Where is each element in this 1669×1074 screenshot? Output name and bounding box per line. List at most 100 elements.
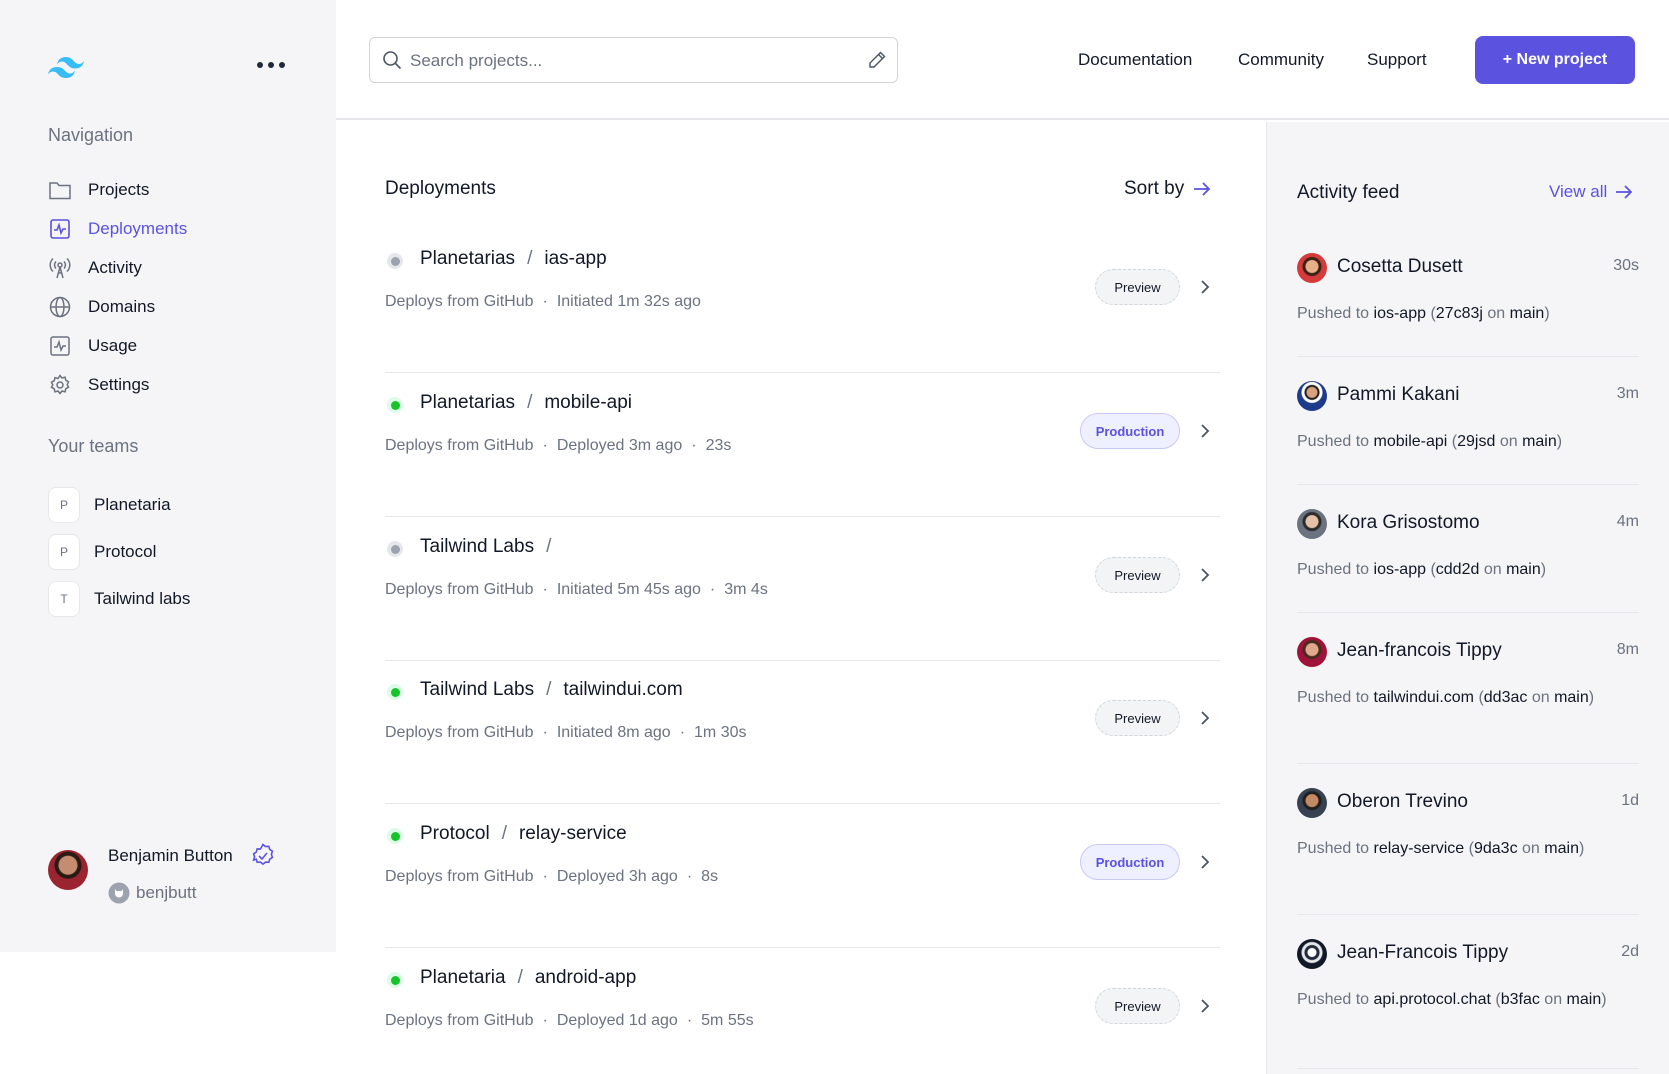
list-item[interactable]: Jean-Francois Tippy 2d Pushed to api.pro… bbox=[1297, 939, 1639, 1069]
deploy-team: Planetarias bbox=[420, 392, 516, 413]
meta-separator: · bbox=[542, 581, 548, 598]
feed-branch: main bbox=[1554, 689, 1589, 706]
list-item[interactable]: Oberon Trevino 1d Pushed to relay-servic… bbox=[1297, 788, 1639, 915]
sidebar-item-usage[interactable]: Usage bbox=[48, 331, 137, 361]
deployments-title: Deployments bbox=[385, 178, 496, 199]
feed-time: 3m bbox=[1616, 385, 1639, 402]
chevron-right-icon[interactable] bbox=[1198, 709, 1212, 727]
feed-description: Pushed to ios-app (27c83j on main) bbox=[1297, 301, 1609, 326]
feed-description: Pushed to ios-app (cdd2d on main) bbox=[1297, 557, 1609, 582]
tailwind-logo[interactable] bbox=[48, 54, 84, 78]
meta-separator: · bbox=[679, 724, 686, 741]
table-row[interactable]: Planetarias / mobile-api Deploys from GitH… bbox=[385, 364, 1220, 517]
status-indicator bbox=[387, 828, 403, 844]
chevron-right-icon[interactable] bbox=[1198, 997, 1212, 1015]
feed-time: 1d bbox=[1621, 792, 1639, 809]
sidebar-item-projects[interactable]: Projects bbox=[48, 175, 149, 205]
status-indicator bbox=[387, 541, 403, 557]
ellipsis-icon[interactable] bbox=[256, 54, 286, 76]
sidebar-item-deployments[interactable]: Deployments bbox=[48, 214, 187, 244]
deploy-project: relay-service bbox=[518, 823, 627, 844]
deploy-project: ias-app bbox=[544, 248, 607, 269]
user-name: Benjamin Button bbox=[108, 846, 233, 865]
table-row[interactable]: Tailwind Labs / Deploys from GitHub · Initi… bbox=[385, 508, 1220, 661]
support-link[interactable]: Support bbox=[1367, 50, 1427, 70]
search-input[interactable] bbox=[410, 48, 830, 74]
sidebar-item-activity[interactable]: Activity bbox=[48, 253, 142, 283]
table-row[interactable]: Planetaria / android-app Deploys from GitH… bbox=[385, 939, 1220, 1074]
path-separator: / bbox=[546, 679, 552, 700]
environment-badge: Preview bbox=[1095, 269, 1180, 305]
pencil-icon[interactable] bbox=[867, 50, 887, 70]
chevron-right-icon[interactable] bbox=[1198, 278, 1212, 296]
chevron-right-icon[interactable] bbox=[1198, 853, 1212, 871]
table-row[interactable]: Tailwind Labs / tailwindui.com Deploys fro… bbox=[385, 651, 1220, 804]
meta-separator: · bbox=[691, 437, 697, 454]
feed-project: api.protocol.chat bbox=[1373, 991, 1491, 1008]
environment-badge: Production bbox=[1080, 413, 1180, 449]
sidebar-item-label: Projects bbox=[88, 180, 150, 199]
feed-user-name: Jean-Francois Tippy bbox=[1337, 942, 1509, 963]
list-item[interactable]: Jean-francois Tippy 8m Pushed to tailwin… bbox=[1297, 637, 1639, 764]
sidebar-item-label: Deployments bbox=[88, 219, 188, 238]
feed-description: Pushed to relay-service (9da3c on main) bbox=[1297, 836, 1609, 861]
feed-project: relay-service bbox=[1373, 840, 1465, 857]
feed-on: on bbox=[1544, 991, 1563, 1008]
paren-close: ) bbox=[1540, 561, 1547, 578]
team-item-tailwind-labs[interactable]: T Tailwind labs bbox=[48, 581, 190, 617]
signal-icon bbox=[48, 256, 72, 280]
team-item-planetaria[interactable]: P Planetaria bbox=[48, 487, 171, 523]
deploy-meta: Initiated 5m 45s ago bbox=[556, 581, 701, 598]
feed-branch: main bbox=[1522, 433, 1557, 450]
team-item-protocol[interactable]: P Protocol bbox=[48, 534, 156, 570]
activity-feed-title: Activity feed bbox=[1297, 182, 1400, 203]
deploy-team: Planetaria bbox=[420, 967, 506, 988]
table-row[interactable]: Planetarias / ias-app Deploys from GitHub ·… bbox=[385, 220, 1220, 373]
view-all-link[interactable]: View all bbox=[1549, 182, 1633, 202]
team-label: Planetaria bbox=[94, 495, 171, 514]
feed-pushed-to: Pushed to bbox=[1297, 305, 1370, 322]
path-separator: / bbox=[501, 823, 507, 844]
feed-time: 30s bbox=[1613, 257, 1639, 274]
github-icon bbox=[108, 882, 130, 904]
meta-separator: · bbox=[542, 868, 548, 885]
feed-commit: 9da3c bbox=[1473, 840, 1518, 857]
sort-by-button[interactable]: Sort by bbox=[1124, 178, 1212, 200]
list-item[interactable]: Kora Grisostomo 4m Pushed to ios-app (cd… bbox=[1297, 509, 1639, 613]
deploy-project: mobile-api bbox=[544, 392, 632, 413]
feed-time: 2d bbox=[1621, 943, 1639, 960]
chevron-right-icon[interactable] bbox=[1198, 566, 1212, 584]
list-item[interactable]: Pammi Kakani 3m Pushed to mobile-api (29… bbox=[1297, 381, 1639, 485]
chevron-right-icon[interactable] bbox=[1198, 422, 1212, 440]
deploy-meta: Deploys from GitHub bbox=[385, 437, 534, 454]
sidebar-item-settings[interactable]: Settings bbox=[48, 370, 149, 400]
deploy-meta: Deploys from GitHub bbox=[385, 581, 534, 598]
documentation-link[interactable]: Documentation bbox=[1078, 50, 1192, 70]
deploy-meta: Deploys from GitHub bbox=[385, 724, 534, 741]
paren-close: ) bbox=[1556, 433, 1563, 450]
avatar bbox=[1297, 939, 1327, 969]
status-indicator bbox=[387, 397, 403, 413]
feed-on: on bbox=[1487, 305, 1506, 322]
feed-project: mobile-api bbox=[1373, 433, 1448, 450]
deploy-meta: Initiated 8m ago bbox=[556, 724, 671, 741]
activity-feed: Activity feed View all Cosetta Dusett 30… bbox=[1266, 122, 1669, 1074]
status-indicator bbox=[387, 253, 403, 269]
team-initial: P bbox=[48, 534, 80, 570]
table-row[interactable]: Protocol / relay-service Deploys from GitH… bbox=[385, 795, 1220, 948]
deploy-meta-row: Deploys from GitHub · Deployed 3m ago · 23s bbox=[385, 437, 731, 455]
list-item[interactable]: Cosetta Dusett 30s Pushed to ios-app (27… bbox=[1297, 253, 1639, 357]
deploy-team: Protocol bbox=[420, 823, 490, 844]
avatar bbox=[1297, 637, 1327, 667]
deploy-project: tailwindui.com bbox=[563, 679, 683, 700]
chart-icon bbox=[48, 334, 72, 358]
sidebar-item-domains[interactable]: Domains bbox=[48, 292, 155, 322]
paren-close: ) bbox=[1601, 991, 1607, 1008]
team-initial: T bbox=[48, 581, 80, 617]
arrow-right-icon bbox=[1194, 182, 1211, 196]
new-project-button[interactable]: + New project bbox=[1475, 36, 1635, 84]
feed-pushed-to: Pushed to bbox=[1297, 840, 1370, 857]
community-link[interactable]: Community bbox=[1238, 50, 1324, 70]
search-bar[interactable] bbox=[369, 37, 898, 83]
feed-user-name: Pammi Kakani bbox=[1337, 384, 1460, 405]
